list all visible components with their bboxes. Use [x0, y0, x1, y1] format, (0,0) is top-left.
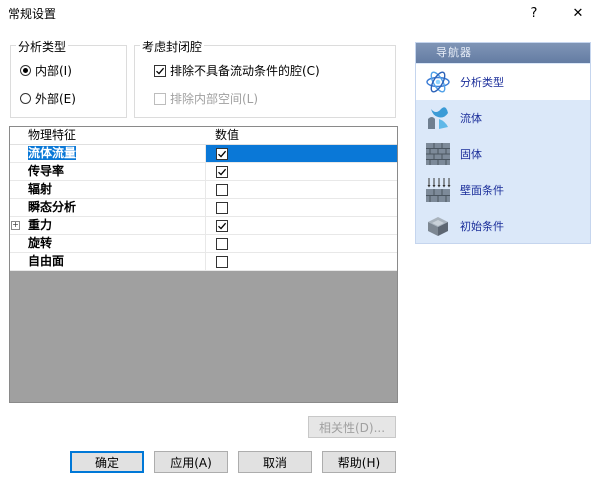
- navigator-item-label: 流体: [460, 112, 482, 125]
- feature-value-cell: [205, 163, 397, 180]
- help-button[interactable]: 帮助(H): [322, 451, 396, 473]
- brick-wall-icon: [424, 140, 452, 168]
- feature-name: 旋转: [28, 236, 53, 250]
- feature-value-cell: [205, 145, 397, 162]
- feature-value-cell: [205, 253, 397, 270]
- feature-name: 传导率: [28, 164, 65, 178]
- navigator-item[interactable]: 分析类型: [416, 64, 590, 100]
- row-expander-cell: [10, 145, 20, 162]
- radio-external[interactable]: 外部(E): [20, 90, 76, 107]
- feature-value-cell: [205, 217, 397, 234]
- window-title: 常规设置: [8, 7, 57, 21]
- feature-name-cell[interactable]: 辐射: [20, 181, 205, 198]
- column-header-feature[interactable]: 物理特征: [20, 127, 205, 144]
- exclude-no-flow-box[interactable]: [154, 64, 166, 77]
- row-expander-cell: [10, 253, 20, 270]
- feature-name-cell[interactable]: 重力: [20, 217, 205, 234]
- navigator-item-label: 壁面条件: [460, 184, 504, 197]
- close-icon[interactable]: ✕: [563, 0, 593, 26]
- table-row[interactable]: 传导率: [10, 163, 397, 181]
- analysis-type-title: 分析类型: [16, 38, 69, 55]
- fluid-icon: [424, 104, 452, 132]
- help-icon[interactable]: ?: [519, 0, 549, 26]
- analysis-type-group: [10, 45, 127, 118]
- table-row[interactable]: + 重力: [10, 217, 397, 235]
- exclude-internal-space-box: [154, 92, 166, 105]
- table-row[interactable]: 瞬态分析: [10, 199, 397, 217]
- column-header-value[interactable]: 数值: [205, 127, 239, 144]
- table-body: 流体流量传导率辐射瞬态分析 + 重力旋转自由面: [10, 145, 397, 271]
- feature-value-cell: [205, 199, 397, 216]
- row-expander-cell: [10, 181, 20, 198]
- row-expander-cell[interactable]: +: [10, 217, 20, 234]
- navigator-item[interactable]: 初始条件: [416, 208, 590, 244]
- feature-checkbox[interactable]: [216, 237, 228, 250]
- navigator-item[interactable]: 壁面条件: [416, 172, 590, 208]
- table-header: 物理特征 数值: [10, 127, 397, 145]
- radio-internal-circle[interactable]: [20, 65, 31, 76]
- feature-checkbox[interactable]: [216, 147, 228, 160]
- apply-button[interactable]: 应用(A): [154, 451, 228, 473]
- cancel-button[interactable]: 取消: [238, 451, 312, 473]
- navigator-item-label: 初始条件: [460, 220, 504, 233]
- feature-name-cell[interactable]: 瞬态分析: [20, 199, 205, 216]
- feature-name: 瞬态分析: [28, 200, 77, 214]
- feature-checkbox[interactable]: [216, 219, 228, 232]
- feature-value-cell: [205, 235, 397, 252]
- row-expander-cell: [10, 235, 20, 252]
- feature-name: 重力: [28, 218, 53, 232]
- navigator-item-label: 分析类型: [460, 76, 504, 89]
- radio-internal[interactable]: 内部(I): [20, 62, 72, 79]
- table-row[interactable]: 旋转: [10, 235, 397, 253]
- row-expander-cell: [10, 199, 20, 216]
- radio-internal-label: 内部(I): [35, 64, 72, 78]
- feature-name: 辐射: [28, 182, 53, 196]
- feature-checkbox[interactable]: [216, 165, 228, 178]
- physical-features-table[interactable]: 物理特征 数值 流体流量传导率辐射瞬态分析 + 重力旋转自由面: [9, 126, 398, 403]
- feature-name-cell[interactable]: 自由面: [20, 253, 205, 270]
- cavities-group: [134, 45, 396, 118]
- feature-name: 流体流量: [26, 145, 78, 161]
- navigator-item[interactable]: 固体: [416, 136, 590, 172]
- navigator-panel: 导航器 分析类型流体固体壁面条件初始条件: [415, 42, 591, 244]
- wall-conditions-icon: [424, 176, 452, 204]
- dependency-button: 相关性(D)...: [308, 416, 396, 438]
- feature-checkbox[interactable]: [216, 255, 228, 268]
- feature-name-cell[interactable]: 旋转: [20, 235, 205, 252]
- atom-icon: [424, 68, 452, 96]
- feature-checkbox[interactable]: [216, 183, 228, 196]
- navigator-item-label: 固体: [460, 148, 482, 161]
- radio-external-circle[interactable]: [20, 93, 31, 104]
- row-expander-cell: [10, 163, 20, 180]
- navigator-title: 导航器: [416, 43, 590, 63]
- exclude-no-flow-label: 排除不具备流动条件的腔(C): [170, 64, 320, 78]
- cavities-title: 考虑封闭腔: [140, 38, 205, 55]
- table-row[interactable]: 自由面: [10, 253, 397, 271]
- feature-name: 自由面: [28, 254, 65, 268]
- feature-checkbox[interactable]: [216, 201, 228, 214]
- ok-button[interactable]: 确定: [70, 451, 144, 473]
- exclude-no-flow-checkbox[interactable]: 排除不具备流动条件的腔(C): [154, 62, 320, 79]
- feature-value-cell: [205, 181, 397, 198]
- radio-external-label: 外部(E): [35, 92, 76, 106]
- navigator-item[interactable]: 流体: [416, 100, 590, 136]
- table-row[interactable]: 流体流量: [10, 145, 397, 163]
- exclude-internal-space-label: 排除内部空间(L): [170, 92, 259, 106]
- expand-icon[interactable]: +: [11, 221, 20, 230]
- initial-conditions-icon: [424, 212, 452, 240]
- feature-name-cell[interactable]: 传导率: [20, 163, 205, 180]
- feature-name-cell[interactable]: 流体流量: [20, 145, 205, 162]
- exclude-internal-space-checkbox: 排除内部空间(L): [154, 90, 258, 107]
- table-row[interactable]: 辐射: [10, 181, 397, 199]
